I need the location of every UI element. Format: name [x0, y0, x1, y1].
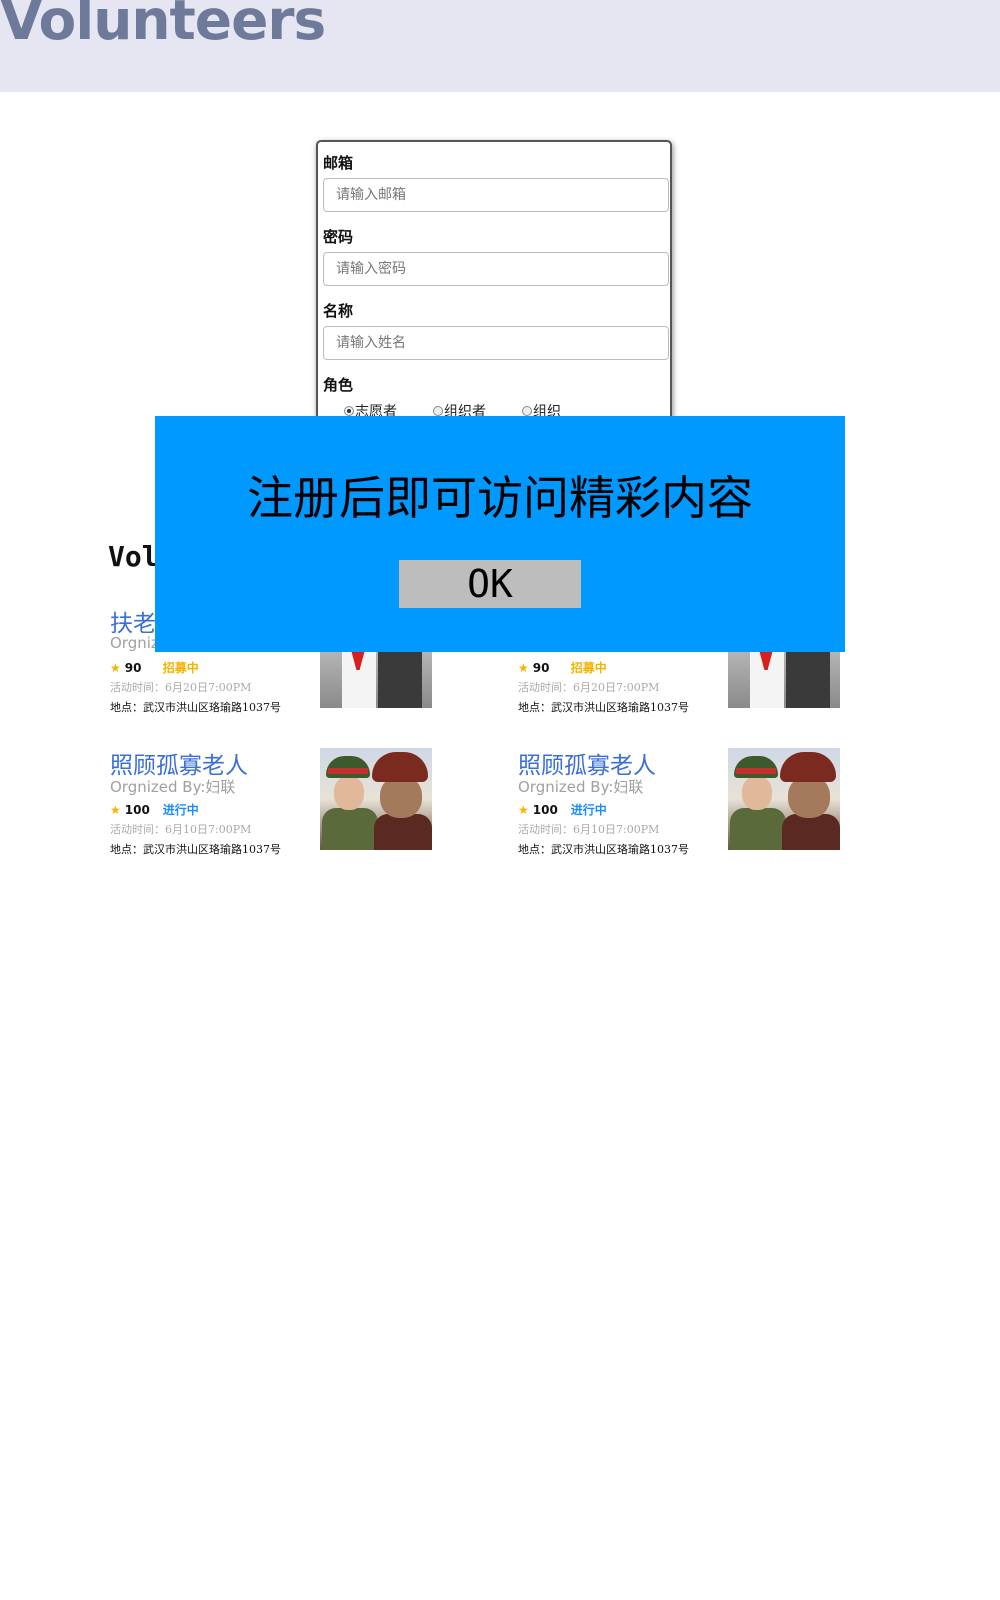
- activity-photo[interactable]: [320, 748, 432, 850]
- activity-score: 100: [532, 802, 558, 817]
- score-row: ★ 100 进行中: [110, 801, 199, 818]
- activity-score: 90: [532, 660, 550, 675]
- ok-button[interactable]: OK: [399, 560, 581, 608]
- register-prompt-dialog: 注册后即可访问精彩内容 OK: [155, 416, 845, 652]
- activity-address: 地点：武汉市洪山区珞瑜路1037号: [518, 701, 689, 714]
- status-badge: 招募中: [162, 661, 199, 675]
- activity-time: 活动时间：6月10日7:00PM: [110, 823, 252, 836]
- star-icon: ★: [518, 802, 529, 817]
- name-field[interactable]: [323, 326, 669, 360]
- activity-card[interactable]: 照顾孤寡老人 Orgnized By:妇联 ★ 100 进行中 活动时间：6月1…: [110, 746, 440, 856]
- status-badge: 招募中: [570, 661, 607, 675]
- email-field[interactable]: [323, 178, 669, 212]
- activity-address: 地点：武汉市洪山区珞瑜路1037号: [518, 843, 689, 856]
- activity-time: 活动时间：6月10日7:00PM: [518, 823, 660, 836]
- name-label: 名称: [323, 302, 354, 320]
- password-field[interactable]: [323, 252, 669, 286]
- activity-score: 100: [124, 802, 150, 817]
- activity-title[interactable]: 扶老: [110, 604, 156, 638]
- activity-photo[interactable]: [728, 748, 840, 850]
- activity-title[interactable]: 照顾孤寡老人: [110, 746, 248, 780]
- status-badge: 进行中: [570, 803, 607, 817]
- activity-time: 活动时间：6月20日7:00PM: [110, 681, 252, 694]
- password-label: 密码: [323, 228, 354, 246]
- activity-organizer: Orgnized By:妇联: [110, 778, 236, 796]
- role-label: 角色: [323, 376, 354, 394]
- status-badge: 进行中: [162, 803, 199, 817]
- register-form: 邮箱 密码 名称 角色 志愿者 组织者 组织: [316, 140, 672, 440]
- section-title: Vol: [108, 540, 159, 573]
- star-icon: ★: [110, 660, 121, 675]
- star-icon: ★: [110, 802, 121, 817]
- radio-organizer[interactable]: [433, 406, 443, 416]
- radio-volunteer[interactable]: [344, 406, 354, 416]
- score-row: ★ 90 招募中: [110, 659, 199, 676]
- email-label: 邮箱: [323, 154, 354, 172]
- score-row: ★ 100 进行中: [518, 801, 607, 818]
- activity-score: 90: [124, 660, 142, 675]
- site-title: Volunteers: [0, 0, 326, 52]
- activity-card[interactable]: 照顾孤寡老人 Orgnized By:妇联 ★ 100 进行中 活动时间：6月1…: [518, 746, 848, 856]
- activity-address: 地点：武汉市洪山区珞瑜路1037号: [110, 843, 281, 856]
- page-header: Volunteers: [0, 0, 1000, 92]
- activity-organizer: Orgnized By:妇联: [518, 778, 644, 796]
- activity-organizer: Orgniz: [110, 634, 159, 652]
- activity-address: 地点：武汉市洪山区珞瑜路1037号: [110, 701, 281, 714]
- star-icon: ★: [518, 660, 529, 675]
- dialog-message: 注册后即可访问精彩内容: [247, 471, 753, 525]
- activity-time: 活动时间：6月20日7:00PM: [518, 681, 660, 694]
- activity-title[interactable]: 照顾孤寡老人: [518, 746, 656, 780]
- radio-organization[interactable]: [522, 406, 532, 416]
- score-row: ★ 90 招募中: [518, 659, 607, 676]
